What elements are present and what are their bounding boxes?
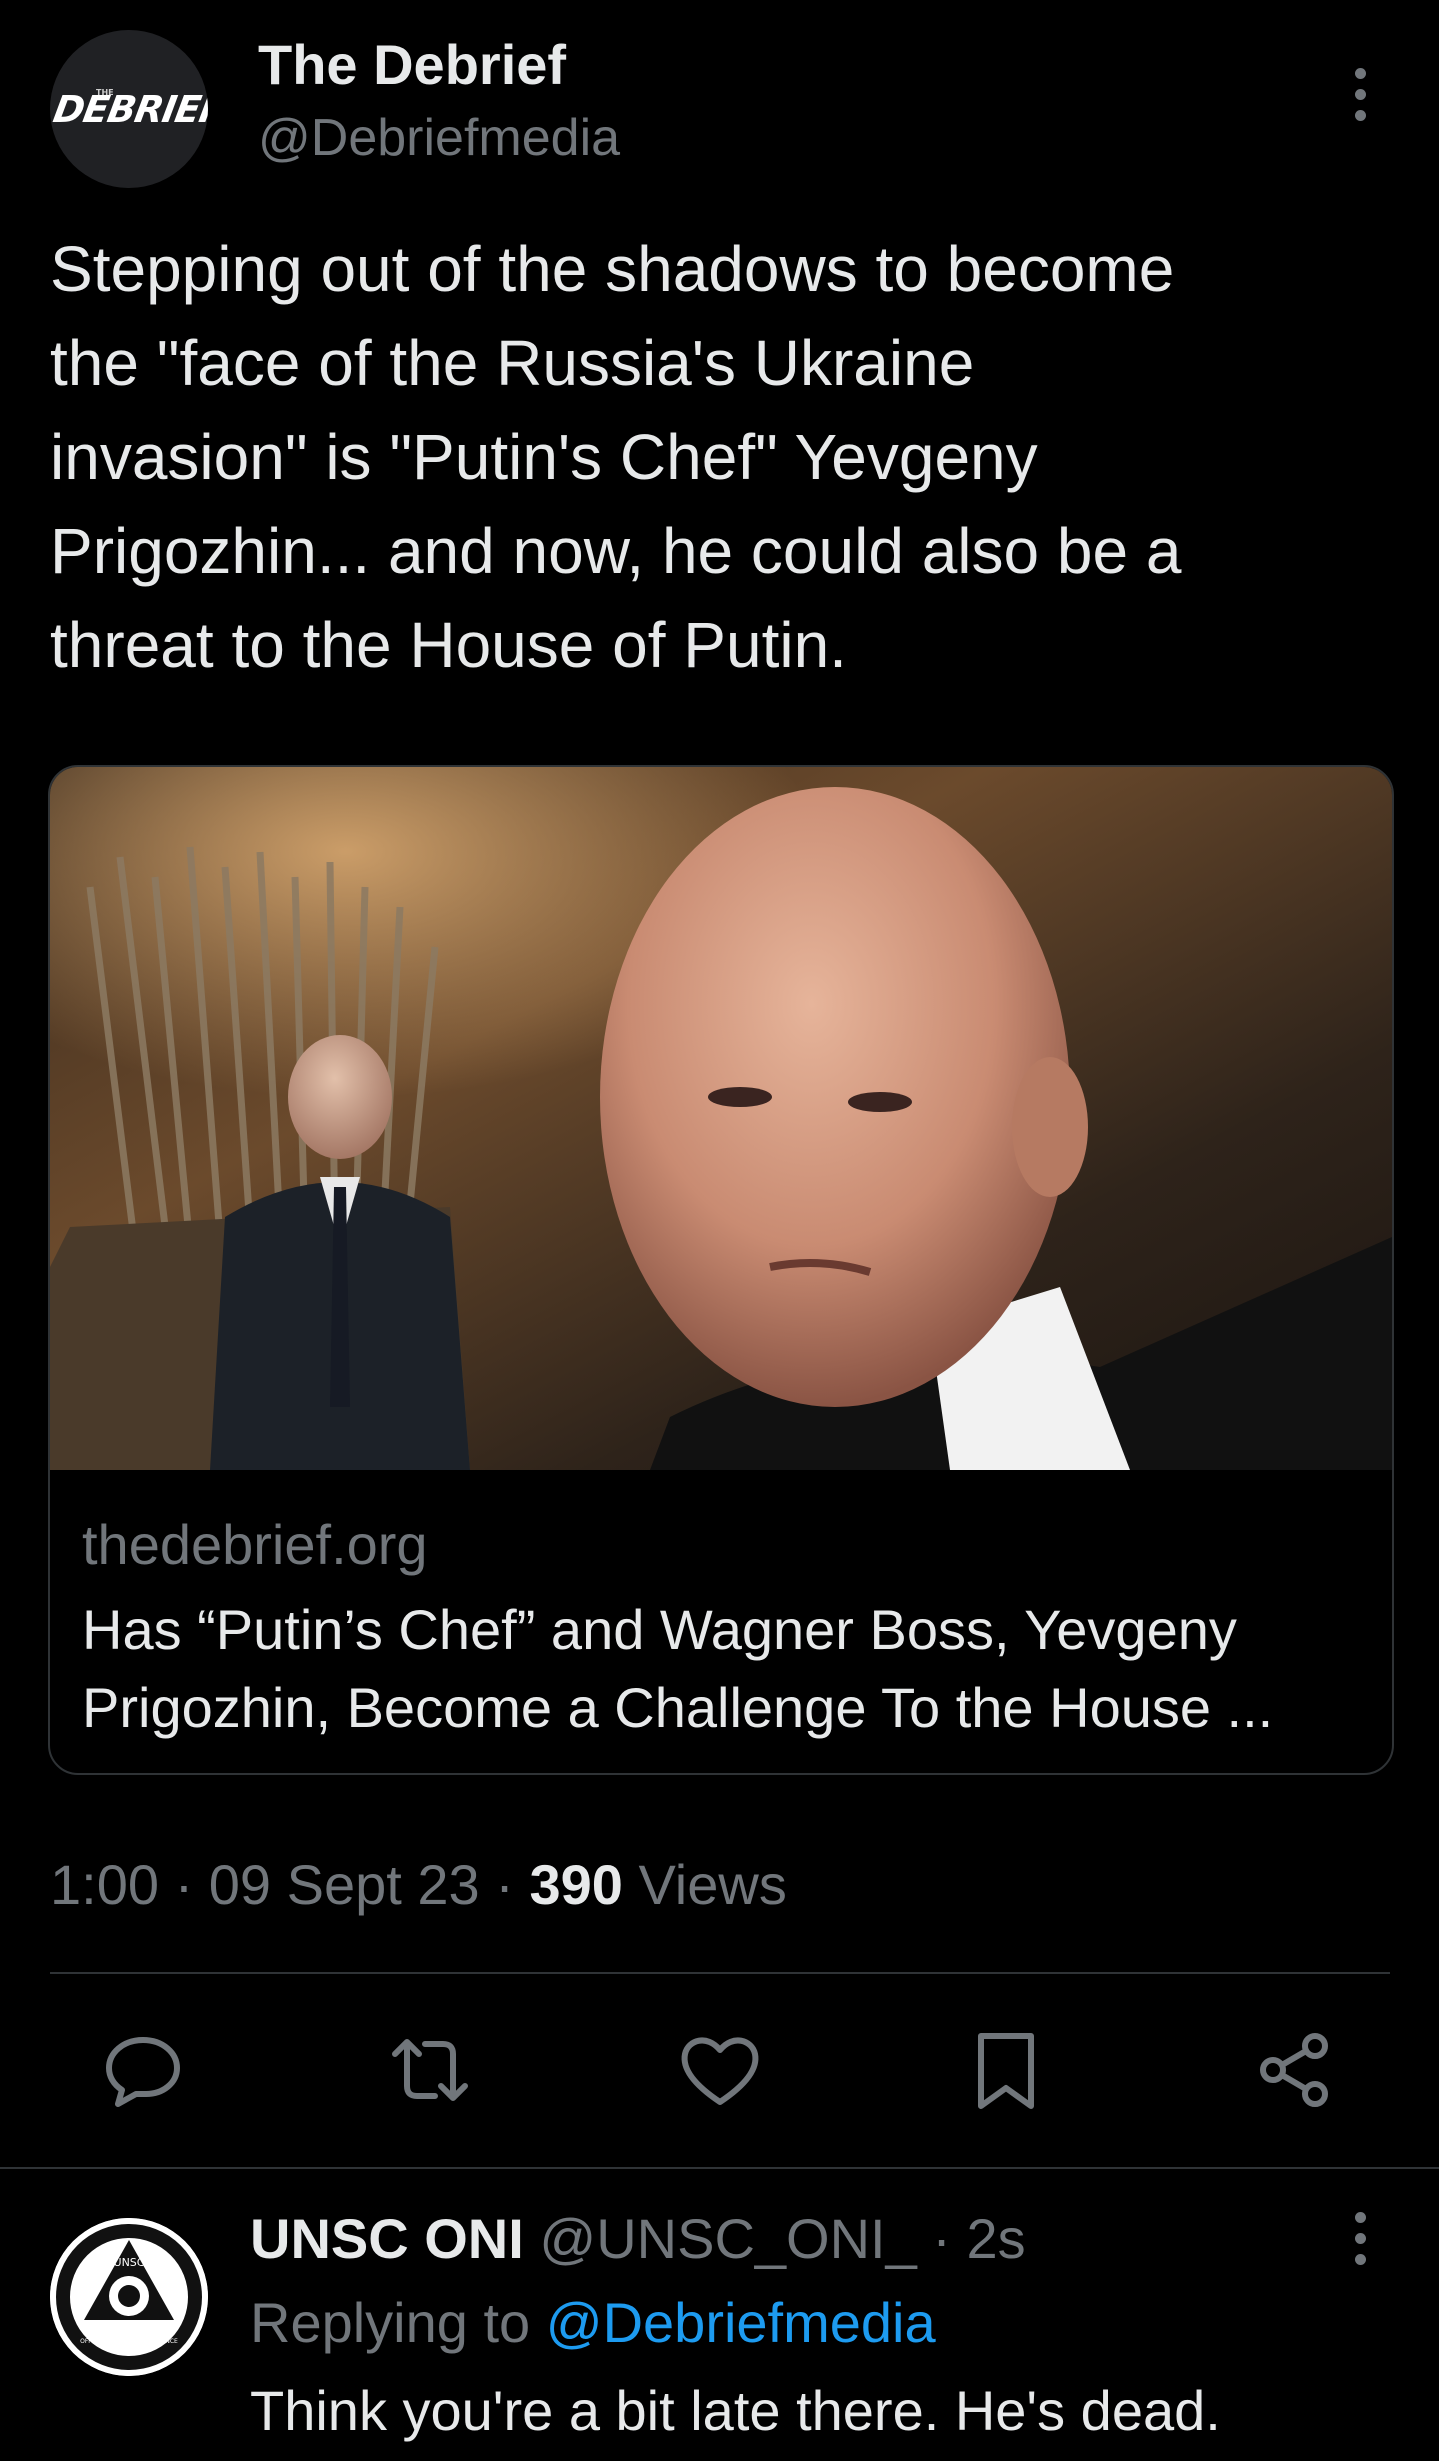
divider [50, 1972, 1390, 1974]
author-handle[interactable]: @Debriefmedia [258, 108, 620, 168]
replying-to: Replying to @Debriefmedia [250, 2290, 936, 2355]
tweet-actions [0, 2030, 1439, 2110]
tweet-time[interactable]: 1:00 [50, 1853, 159, 1916]
tweet-text-line: Prigozhin... and now, he could also be a [50, 515, 1182, 587]
author-name[interactable]: The Debrief [258, 32, 566, 97]
retweet-icon[interactable] [387, 2030, 473, 2110]
views-count[interactable]: 390 [529, 1853, 622, 1916]
tweet-text-line: the "face of the Russia's Ukraine [50, 327, 975, 399]
tweet-date[interactable]: 09 Sept 23 [209, 1853, 480, 1916]
author-avatar[interactable]: THE DEBRIEF [50, 30, 208, 188]
reply-header: UNSC ONI @UNSC_ONI_ · 2s [250, 2206, 1026, 2271]
card-domain: thedebrief.org [82, 1513, 428, 1576]
reply-avatar-text: UNSC [114, 2256, 145, 2269]
reply-icon[interactable] [100, 2030, 186, 2110]
like-icon[interactable] [677, 2030, 763, 2110]
tweet-text-line: invasion" is "Putin's Chef" Yevgeny [50, 421, 1038, 493]
reply-text: Think you're a bit late there. He's dead… [250, 2379, 1221, 2442]
reply-avatar-ring-text: OFFICE OF NAVAL INTELLIGENCE [80, 2338, 178, 2345]
replying-label: Replying to [250, 2291, 531, 2354]
meta-separator: · [495, 1853, 514, 1916]
card-title-line: Prigozhin, Become a Challenge To the Hou… [82, 1676, 1274, 1739]
meta-separator: · [174, 1853, 194, 1916]
reply-author-name[interactable]: UNSC ONI [250, 2207, 524, 2270]
share-icon[interactable] [1253, 2030, 1339, 2110]
more-options-icon[interactable] [1345, 68, 1375, 124]
link-preview-card[interactable]: thedebrief.org Has “Putin’s Chef” and Wa… [48, 765, 1394, 1775]
tweet-text: Stepping out of the shadows to become th… [50, 222, 1390, 692]
bookmark-icon[interactable] [963, 2030, 1049, 2110]
tweet-text-line: threat to the House of Putin. [50, 609, 847, 681]
tweet-meta: 1:00 · 09 Sept 23 · 390 Views [50, 1852, 787, 1917]
card-image[interactable] [50, 767, 1392, 1470]
divider [0, 2167, 1439, 2169]
reply-age[interactable]: · 2s [932, 2207, 1025, 2270]
views-label[interactable]: Views [638, 1853, 786, 1916]
reply-author-avatar[interactable]: UNSC OFFICE OF NAVAL INTELLIGENCE [50, 2218, 208, 2376]
reply-more-options-icon[interactable] [1345, 2212, 1375, 2268]
avatar-logo-text: DEBRIEF [50, 88, 208, 131]
reply-author-handle[interactable]: @UNSC_ONI_ [539, 2207, 916, 2270]
card-title: Has “Putin’s Chef” and Wagner Boss, Yevg… [82, 1591, 1382, 1747]
replying-to-mention[interactable]: @Debriefmedia [546, 2291, 936, 2354]
card-title-line: Has “Putin’s Chef” and Wagner Boss, Yevg… [82, 1598, 1237, 1661]
tweet-text-line: Stepping out of the shadows to become [50, 233, 1175, 305]
